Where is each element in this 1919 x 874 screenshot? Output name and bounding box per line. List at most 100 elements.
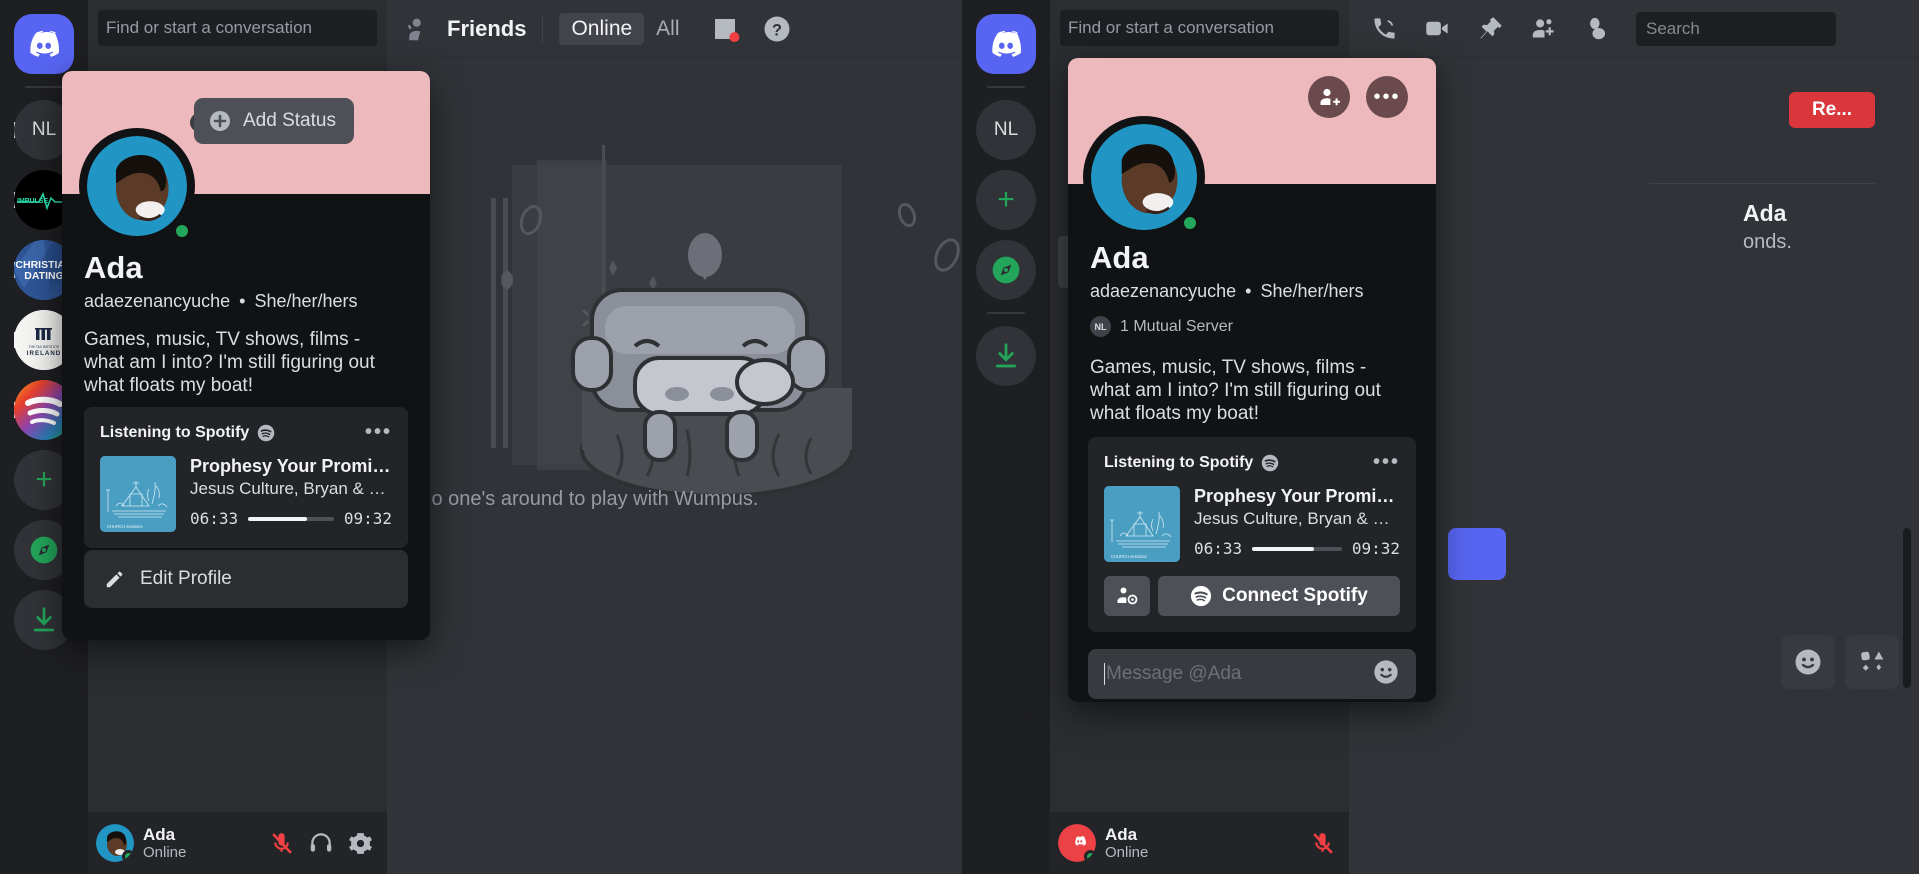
tab-online[interactable]: Online: [559, 12, 645, 45]
spotify-icon: [1191, 585, 1212, 607]
progress-bar[interactable]: [248, 516, 334, 521]
server-icon-nl[interactable]: NL: [976, 100, 1036, 160]
track-artists: Jesus Culture, Bryan & Katie Torw...: [1194, 509, 1400, 528]
username-line: adaezenancyuche • She/her/hers: [84, 291, 358, 312]
listen-along-button[interactable]: [1104, 576, 1150, 616]
display-name: Ada: [1090, 240, 1149, 275]
avatar[interactable]: [96, 824, 134, 862]
activity-card: Listening to Spotify ••• CHURCH sessions…: [84, 407, 408, 548]
bio-text: Games, music, TV shows, films - what am …: [84, 329, 375, 396]
discord-window-left: NL IMPULSE CHRISTIAN DATING THE TAX INST…: [0, 0, 962, 874]
avatar[interactable]: [87, 136, 187, 236]
emoji-icon: [1795, 649, 1821, 675]
track-info: Prophesy Your Promise - Live Jesus Cultu…: [190, 456, 392, 532]
pronouns: She/her/hers: [1260, 281, 1364, 301]
avatar-container: [79, 128, 195, 244]
gear-icon[interactable]: [348, 831, 373, 856]
more-options-icon[interactable]: •••: [1373, 451, 1400, 474]
connect-spotify-button[interactable]: Connect Spotify: [1158, 576, 1400, 616]
server-icon-discord-home[interactable]: [976, 14, 1036, 74]
status-dot-online: [1084, 850, 1096, 862]
user-controls: [269, 830, 379, 856]
username: adaezenancyuche: [1090, 281, 1237, 301]
compass-icon: [992, 256, 1020, 284]
elapsed-time: 06:33: [1194, 539, 1243, 558]
avatar[interactable]: [1058, 824, 1096, 862]
activity-actions: Connect Spotify: [1104, 576, 1400, 616]
progress-bar[interactable]: [1252, 546, 1342, 551]
divider: [1649, 183, 1875, 184]
microphone-muted-icon[interactable]: [269, 831, 294, 856]
username: adaezenancyuche: [84, 291, 231, 311]
activity-header-label: Listening to Spotify: [100, 423, 250, 441]
add-friends-to-dm-icon[interactable]: [1530, 15, 1557, 42]
server-icon-discord-home[interactable]: [14, 14, 74, 74]
status-dot-online: [171, 220, 193, 242]
listen-along-icon: [1117, 587, 1138, 605]
rail-divider: [987, 312, 1025, 314]
spotify-icon: [1262, 454, 1279, 471]
album-art: CHURCH sessions: [1104, 486, 1180, 562]
server-initials: NL: [993, 119, 1019, 140]
headphones-icon[interactable]: [308, 830, 334, 856]
pinned-messages-icon[interactable]: [1477, 15, 1504, 42]
start-voice-call-icon[interactable]: [1371, 15, 1398, 42]
discord-window-right: NL + Find or start a conversation Fri: [962, 0, 1919, 874]
track-progress: 06:33 09:32: [190, 509, 392, 528]
search-conversations-input[interactable]: Find or start a conversation: [98, 10, 377, 46]
activity-header: Listening to Spotify •••: [100, 421, 392, 444]
plus-icon: +: [997, 183, 1015, 216]
remove-friend-button[interactable]: Re...: [1789, 92, 1875, 128]
activity-card: Listening to Spotify ••• CHURCH sessions…: [1088, 437, 1416, 632]
emoji-picker-button[interactable]: [1372, 658, 1400, 691]
microphone-muted-icon[interactable]: [1310, 831, 1335, 856]
download-apps-button[interactable]: [976, 326, 1036, 386]
search-conversations-input[interactable]: Find or start a conversation: [1060, 10, 1339, 46]
add-friend-button[interactable]: [1308, 76, 1350, 118]
explore-servers-button[interactable]: [976, 240, 1036, 300]
avatar-container: [1083, 116, 1205, 238]
user-identity[interactable]: Ada Online: [1105, 825, 1148, 861]
wumpus-sleeping-illustration: [491, 145, 960, 498]
dm-message-input[interactable]: Message @Ada: [1088, 649, 1416, 699]
rail-divider: [987, 86, 1025, 88]
topbar-left: Friends Online All ?: [387, 0, 962, 58]
emoji-picker-button[interactable]: [1781, 635, 1835, 689]
pronouns: She/her/hers: [254, 291, 358, 311]
user-panel-left: Ada Online: [88, 812, 387, 874]
attachment-thumbnail[interactable]: [1448, 528, 1506, 580]
help-icon[interactable]: ?: [762, 14, 792, 44]
more-options-button[interactable]: •••: [1366, 76, 1408, 118]
empty-state-text: No one's around to play with Wumpus.: [417, 488, 759, 510]
tab-all[interactable]: All: [644, 13, 691, 45]
activity-details: CHURCH sessions Prophesy Your Promise - …: [100, 456, 392, 532]
spotify-icon: [258, 424, 275, 441]
mutual-server-badge: NL: [1090, 316, 1111, 337]
duration-time: 09:32: [1351, 539, 1400, 558]
add-status-label: Add Status: [243, 110, 336, 131]
chat-scrollbar[interactable]: [1903, 528, 1911, 688]
gif-sticker-button[interactable]: [1845, 635, 1899, 689]
avatar-image: [1091, 124, 1197, 230]
gif-sticker-icon: [1861, 651, 1884, 671]
text-cursor: [1104, 663, 1105, 685]
discord-dual-window-screenshot: NL IMPULSE CHRISTIAN DATING THE TAX INST…: [0, 0, 1919, 874]
user-profile-icon[interactable]: [1583, 15, 1610, 42]
status-dot-online: [122, 850, 134, 862]
add-friend-icon: [1320, 88, 1340, 106]
more-options-icon[interactable]: •••: [365, 421, 392, 444]
user-identity[interactable]: Ada Online: [143, 825, 186, 861]
add-status-button[interactable]: Add Status: [194, 98, 354, 144]
mutual-servers-label: 1 Mutual Server: [1120, 317, 1233, 335]
avatar[interactable]: [1091, 124, 1197, 230]
edit-profile-button[interactable]: Edit Profile: [84, 550, 408, 608]
mutual-servers[interactable]: NL 1 Mutual Server: [1090, 316, 1233, 337]
activity-header: Listening to Spotify •••: [1104, 451, 1400, 474]
add-server-button[interactable]: +: [976, 170, 1036, 230]
inbox-icon[interactable]: [710, 14, 740, 44]
start-video-call-icon[interactable]: [1424, 15, 1451, 42]
user-status: Online: [143, 844, 187, 861]
edit-profile-label: Edit Profile: [140, 568, 232, 589]
track-artists: Jesus Culture, Bryan & Katie Torw...: [190, 479, 392, 498]
search-input[interactable]: Search: [1636, 11, 1836, 46]
